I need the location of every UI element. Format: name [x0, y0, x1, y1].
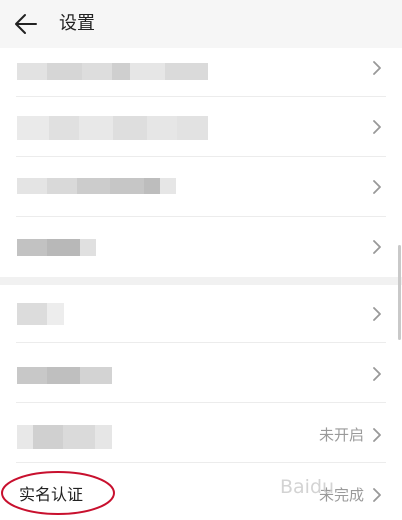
settings-row[interactable]: [0, 285, 402, 343]
settings-row[interactable]: 未开启: [0, 403, 402, 463]
settings-row[interactable]: [0, 343, 402, 403]
blurred-label: [17, 239, 96, 256]
chevron-right-icon: [373, 240, 381, 254]
highlight-ellipse: [1, 471, 115, 515]
arrow-left-icon[interactable]: [14, 13, 38, 35]
chevron-right-icon: [373, 120, 381, 134]
app-header: 设置: [0, 0, 402, 48]
chevron-right-icon: [373, 428, 381, 442]
section-divider: [0, 277, 402, 285]
chevron-right-icon: [373, 367, 381, 381]
blurred-label: [17, 367, 112, 384]
chevron-right-icon: [373, 180, 381, 194]
page-title: 设置: [59, 13, 95, 34]
blurred-label: [17, 178, 176, 194]
blurred-label: [17, 63, 208, 80]
blurred-label: [17, 303, 64, 325]
scrollbar[interactable]: [398, 245, 401, 340]
settings-row[interactable]: [0, 48, 402, 97]
chevron-right-icon: [373, 61, 381, 75]
chevron-right-icon: [373, 488, 381, 502]
blurred-label: [17, 116, 208, 140]
settings-row[interactable]: [0, 157, 402, 217]
settings-row[interactable]: [0, 97, 402, 157]
blurred-label: [17, 425, 112, 449]
chevron-right-icon: [373, 307, 381, 321]
settings-row[interactable]: [0, 217, 402, 277]
watermark: Baidu: [280, 476, 335, 498]
row-value: 未开启: [318, 426, 364, 444]
